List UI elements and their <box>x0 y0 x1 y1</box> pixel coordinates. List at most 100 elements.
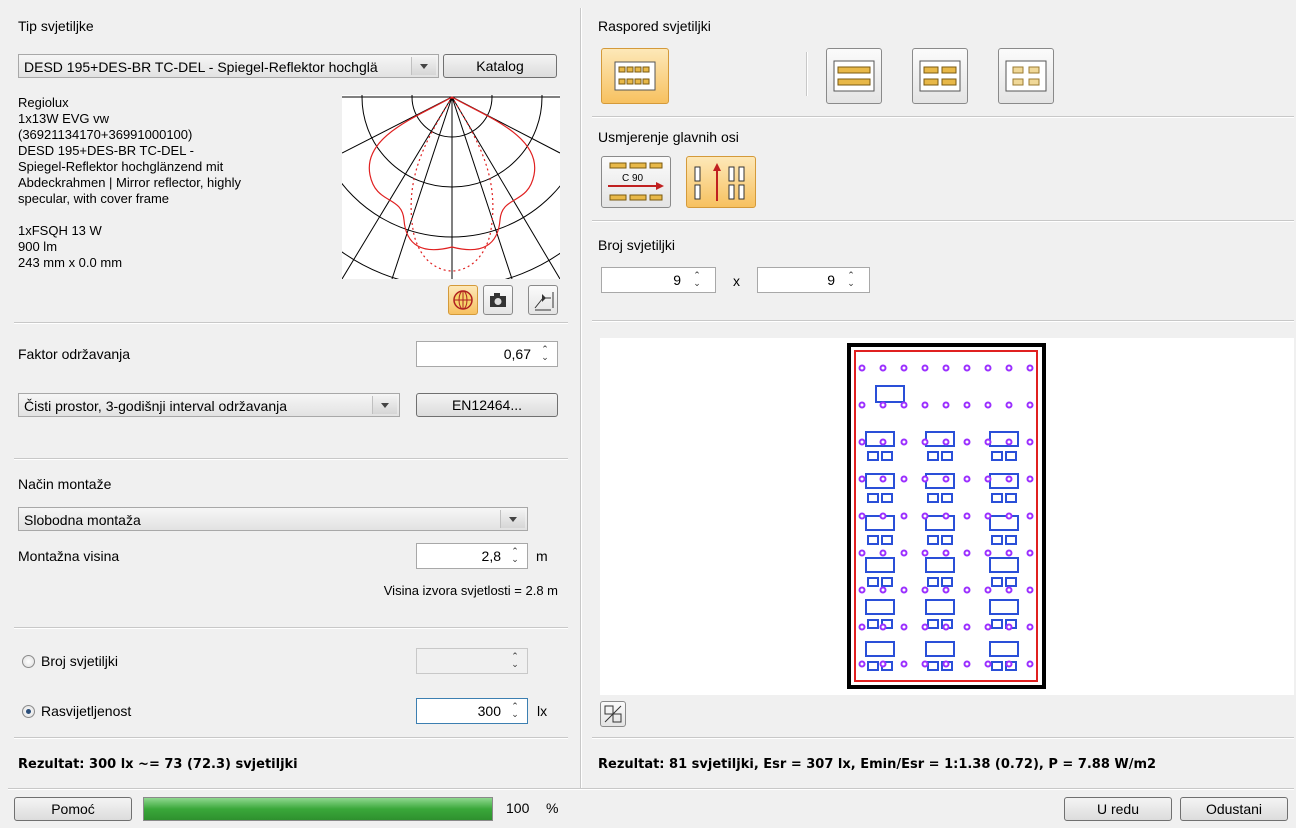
spinner-icon[interactable]: ⌃ ⌄ <box>507 547 523 565</box>
floor-plan-canvas <box>847 343 1046 689</box>
luminaire-point <box>984 623 992 631</box>
cancel-button[interactable]: Odustani <box>1180 797 1288 821</box>
luminaire-select[interactable]: DESD 195+DES-BR TC-DEL - Spiegel-Reflekt… <box>18 54 439 78</box>
divider <box>592 320 1294 322</box>
mounting-height-label: Montažna visina <box>18 548 120 564</box>
chevron-down-icon[interactable] <box>411 57 436 75</box>
luminaire-point <box>963 549 971 557</box>
arrangement-pairs-button[interactable] <box>912 48 968 104</box>
count-x-input[interactable]: 9 ⌃ ⌄ <box>601 267 716 293</box>
rotate-view-button[interactable] <box>600 701 626 727</box>
spinner-icon[interactable]: ⌃ ⌄ <box>507 702 523 720</box>
luminaire-point <box>900 438 908 446</box>
luminaire-point <box>879 586 887 594</box>
luminaire-point <box>984 475 992 483</box>
luminaire-point <box>984 512 992 520</box>
dimensions-view-button[interactable] <box>528 285 558 315</box>
times-sign: x <box>733 273 740 289</box>
count-y-input[interactable]: 9 ⌃ ⌄ <box>757 267 870 293</box>
luminaire-point <box>942 512 950 520</box>
luminaire-point <box>900 512 908 520</box>
luminaire-point <box>942 438 950 446</box>
luminaire-point <box>900 586 908 594</box>
luminaire-point <box>879 438 887 446</box>
luminaire-type-label: Tip svjetiljke <box>18 18 94 34</box>
luminaire-point <box>858 438 866 446</box>
luminaire-point <box>1026 623 1034 631</box>
luminaire-point <box>942 586 950 594</box>
luminaire-point <box>858 401 866 409</box>
luminaire-point <box>858 475 866 483</box>
luminaire-point <box>984 660 992 668</box>
luminaire-point <box>921 438 929 446</box>
luminaire-point <box>1005 438 1013 446</box>
luminaire-point <box>1005 549 1013 557</box>
luminaire-point <box>879 512 887 520</box>
right-result: Rezultat: 81 svjetiljki, Esr = 307 lx, E… <box>598 757 1157 772</box>
divider <box>14 458 568 460</box>
arrangement-rows-button[interactable] <box>826 48 882 104</box>
arrangement-label: Raspored svjetiljki <box>598 18 711 34</box>
progress-unit: % <box>546 800 559 816</box>
spinner-icon[interactable]: ⌃ ⌄ <box>507 652 523 670</box>
radio-luminaire-count-label: Broj svjetiljki <box>41 653 119 669</box>
luminaire-point <box>858 549 866 557</box>
mounting-select[interactable]: Slobodna montaža <box>18 507 528 531</box>
luminaire-point <box>900 623 908 631</box>
count-y-value: 9 <box>827 272 835 288</box>
pair-layout-icon <box>919 60 961 92</box>
chevron-down-icon[interactable] <box>372 396 397 414</box>
luminaire-point <box>963 438 971 446</box>
mounting-label: Način montaže <box>18 476 112 492</box>
spinner-icon[interactable]: ⌃ ⌄ <box>689 271 705 289</box>
c0-arrow-icon <box>694 163 745 201</box>
illuminance-input[interactable]: 300 ⌃ ⌄ <box>416 698 528 724</box>
luminaire-point <box>963 475 971 483</box>
axis-c0-button[interactable] <box>686 156 756 208</box>
progress-bar <box>143 797 493 821</box>
luminaire-point <box>858 660 866 668</box>
maintenance-select[interactable]: Čisti prostor, 3-godišnji interval održa… <box>18 393 400 417</box>
luminaire-point <box>963 512 971 520</box>
help-button[interactable]: Pomoć <box>14 797 132 821</box>
axis-c90-button[interactable]: C 90 <box>601 156 671 208</box>
maintenance-factor-input[interactable]: 0,67 ⌃ ⌄ <box>416 341 558 367</box>
radio-luminaire-count[interactable] <box>22 655 35 668</box>
arrangement-grid-button[interactable] <box>601 48 669 104</box>
progress-value: 100 <box>506 800 530 816</box>
luminaire-point <box>1005 623 1013 631</box>
floor-plan-preview[interactable] <box>600 338 1294 695</box>
luminaire-description: Regiolux 1x13W EVG vw (36921134170+36991… <box>18 95 242 270</box>
radio-illuminance[interactable] <box>22 705 35 718</box>
divider <box>14 737 568 739</box>
luminaire-point <box>963 364 971 372</box>
mounting-height-input[interactable]: 2,8 ⌃ ⌄ <box>416 543 528 569</box>
luminaire-point <box>1005 475 1013 483</box>
spinner-icon[interactable]: ⌃ ⌄ <box>843 271 859 289</box>
luminaire-point <box>921 364 929 372</box>
luminaire-point <box>900 364 908 372</box>
spinner-icon[interactable]: ⌃ ⌄ <box>537 345 553 363</box>
en12464-button[interactable]: EN12464... <box>416 393 558 417</box>
polar-view-button[interactable] <box>448 285 478 315</box>
photo-view-button[interactable] <box>483 285 513 315</box>
luminaire-select-value: DESD 195+DES-BR TC-DEL - Spiegel-Reflekt… <box>24 59 378 75</box>
luminaire-point <box>900 475 908 483</box>
luminaire-point <box>1026 401 1034 409</box>
panel-divider <box>580 8 582 788</box>
luminaire-count-input[interactable]: ⌃ ⌄ <box>416 648 528 674</box>
catalog-button[interactable]: Katalog <box>443 54 557 78</box>
illuminance-value: 300 <box>477 703 501 719</box>
luminaire-point <box>984 549 992 557</box>
count-label: Broj svjetiljki <box>598 237 676 253</box>
luminaire-point <box>1026 364 1034 372</box>
chevron-down-icon[interactable] <box>500 510 525 528</box>
luminaire-point <box>858 623 866 631</box>
c90-arrow-icon: C 90 <box>608 162 664 201</box>
luminaire-point <box>942 364 950 372</box>
divider <box>592 116 1294 118</box>
arrangement-sparse-button[interactable] <box>998 48 1054 104</box>
divider <box>14 627 568 629</box>
ok-button[interactable]: U redu <box>1064 797 1172 821</box>
luminaire-point <box>1026 512 1034 520</box>
